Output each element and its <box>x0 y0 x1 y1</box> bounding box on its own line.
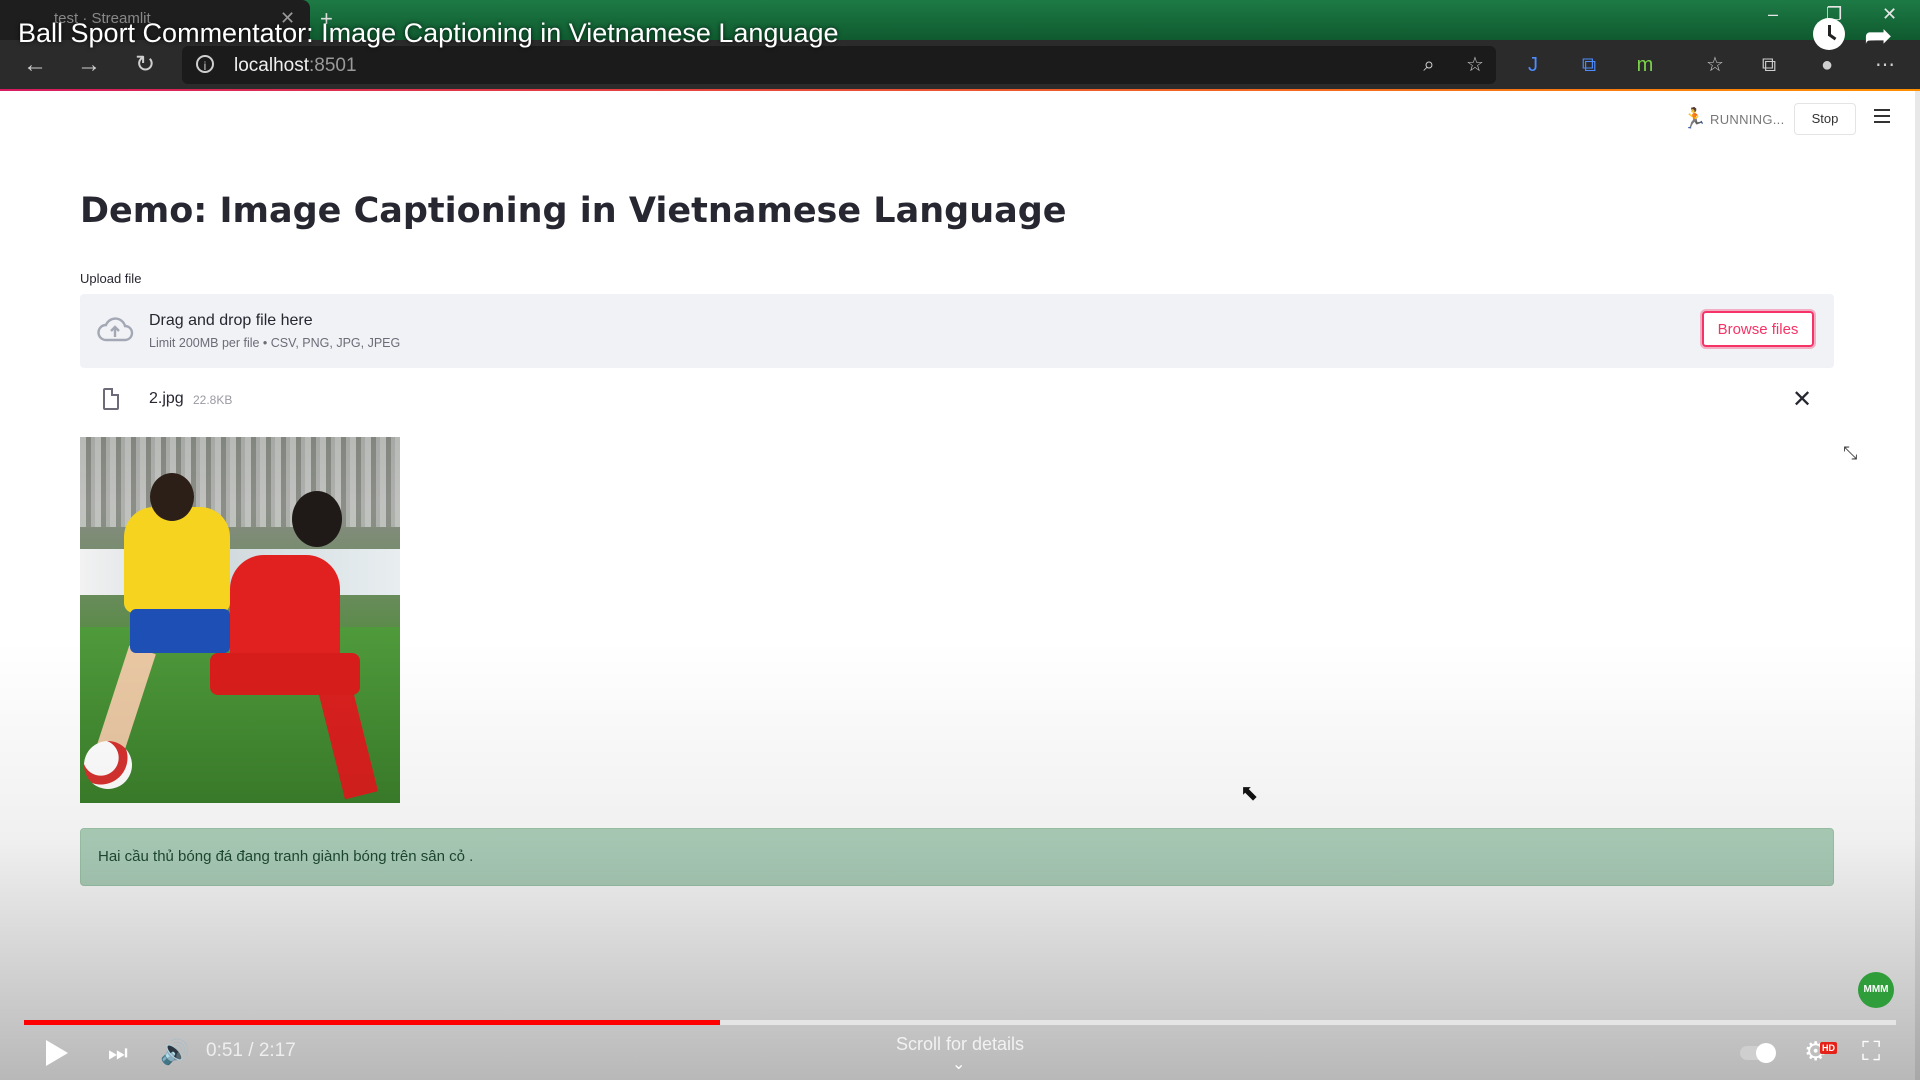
forward-icon[interactable]: → <box>74 50 104 80</box>
url-field[interactable]: i localhost:8501 ⌕ ☆ <box>182 46 1496 84</box>
file-dropzone[interactable]: Drag and drop file here Limit 200MB per … <box>80 294 1834 368</box>
running-man-icon: 🏃 <box>1682 108 1707 130</box>
video-progress-bar[interactable] <box>24 1020 1896 1025</box>
caption-text: Hai cầu thủ bóng đá đang tranh giành bón… <box>98 848 474 865</box>
uploaded-image <box>80 437 400 803</box>
video-title[interactable]: Ball Sport Commentator: Image Captioning… <box>18 18 839 49</box>
streamlit-app: 🏃 RUNNING... Stop Demo: Image Captioning… <box>0 91 1920 1080</box>
file-name: 2.jpg <box>149 390 184 407</box>
play-icon[interactable] <box>46 1040 68 1066</box>
url-text: localhost:8501 <box>234 55 357 77</box>
scroll-for-details[interactable]: Scroll for details <box>893 1034 1027 1055</box>
scrollbar[interactable] <box>1915 91 1920 1080</box>
channel-watermark[interactable]: MMM <box>1858 972 1894 1008</box>
remove-file-icon[interactable]: ✕ <box>1792 385 1812 414</box>
autoplay-toggle[interactable] <box>1740 1043 1776 1063</box>
mouse-cursor-icon: ⬉ <box>1240 780 1259 805</box>
browse-files-button[interactable]: Browse files <box>1700 309 1816 349</box>
file-icon <box>103 388 119 410</box>
running-status: 🏃 RUNNING... <box>1682 107 1785 131</box>
cloud-upload-icon <box>97 317 134 342</box>
url-host: localhost <box>234 55 309 76</box>
upload-label: Upload file <box>80 271 142 286</box>
stop-button[interactable]: Stop <box>1794 103 1856 135</box>
collections-icon[interactable]: ⧉ <box>1756 52 1782 78</box>
watch-later-icon[interactable] <box>1813 18 1845 50</box>
exit-fullscreen-icon[interactable]: ⛶ <box>1862 1036 1880 1068</box>
share-icon[interactable]: ➦ <box>1864 16 1893 56</box>
hd-badge: HD <box>1820 1042 1837 1054</box>
file-size: 22.8KB <box>193 393 233 407</box>
caption-result: Hai cầu thủ bóng đá đang tranh giành bón… <box>80 828 1834 886</box>
extension-m-icon[interactable]: m <box>1632 52 1658 78</box>
volume-icon[interactable]: 🔊 <box>160 1038 190 1067</box>
site-info-icon[interactable]: i <box>196 55 214 73</box>
fullscreen-icon[interactable]: ⤡ <box>1843 443 1857 464</box>
chevron-down-icon[interactable]: ⌄ <box>952 1054 965 1074</box>
profile-icon[interactable]: ● <box>1814 52 1840 78</box>
minimize-icon[interactable]: – <box>1768 4 1778 25</box>
favorites-icon[interactable]: ☆ <box>1702 52 1728 78</box>
time-display: 0:51 / 2:17 <box>206 1040 296 1061</box>
favorite-add-icon[interactable]: ☆ <box>1462 52 1488 78</box>
next-icon[interactable]: ⏭ <box>108 1040 128 1066</box>
main-menu-icon[interactable] <box>1874 109 1890 127</box>
reload-icon[interactable]: ↻ <box>130 50 160 80</box>
dropzone-title: Drag and drop file here <box>149 312 313 329</box>
translate-icon[interactable]: ⧉ <box>1576 52 1602 78</box>
page-title: Demo: Image Captioning in Vietnamese Lan… <box>80 191 1067 231</box>
extension-j-icon[interactable]: J <box>1520 52 1546 78</box>
progress-played <box>24 1020 721 1025</box>
uploaded-file-row: 2.jpg 22.8KB ✕ <box>80 378 1834 424</box>
url-port: :8501 <box>309 55 357 76</box>
back-icon[interactable]: ← <box>20 50 50 80</box>
zoom-icon[interactable]: ⌕ <box>1416 52 1442 78</box>
running-label: RUNNING... <box>1710 111 1785 127</box>
dropzone-subtitle: Limit 200MB per file • CSV, PNG, JPG, JP… <box>149 336 401 350</box>
